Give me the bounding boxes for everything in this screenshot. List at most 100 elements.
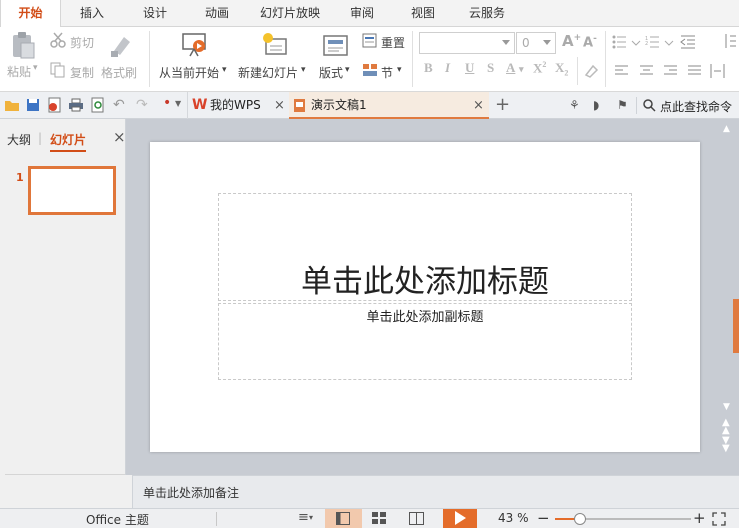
tab-home[interactable]: 开始 [0,0,61,28]
clear-format-icon[interactable] [583,63,599,79]
distribute-icon[interactable] [710,63,726,79]
slide-number: 1 [16,171,24,184]
close-icon[interactable]: × [274,92,285,119]
zoom-slider[interactable] [555,513,691,525]
font-name-combo[interactable] [419,32,515,54]
side-handle[interactable] [733,299,739,353]
font-size-value: 0 [522,36,530,50]
print-preview-icon[interactable] [90,97,106,113]
title-placeholder-text: 单击此处添加标题 [301,264,549,300]
tab-slides[interactable]: 幻灯片 [50,131,87,152]
justify-icon[interactable] [688,65,702,77]
notes-toggle-dropdown-icon[interactable]: ▾ [309,513,313,522]
title-placeholder[interactable]: 单击此处添加标题 [218,193,632,301]
tab-slideshow[interactable]: 幻灯片放映 [252,0,328,27]
notes-placeholder: 单击此处添加备注 [143,486,240,500]
zoom-out-icon[interactable]: − [537,509,550,527]
grow-font-icon[interactable]: A+ [562,32,581,50]
next-slide-icon[interactable]: ▼ ▼ [722,436,730,454]
subtitle-placeholder[interactable]: 单击此处添加副标题 [218,303,632,380]
paste-icon [13,32,35,59]
tab-review[interactable]: 审阅 [338,0,386,27]
new-slide-dropdown-icon[interactable]: ▾ [301,65,306,75]
tab-design[interactable]: 设计 [131,0,179,27]
customize-qat-icon[interactable]: • [163,95,171,111]
zoom-slider-thumb[interactable] [574,513,586,525]
quick-access-toolbar: ↶ ↷ • ▼ W 我的WPS × 演示文稿1 × + ⚘ ◗ ⚑ 点此查找命令 [0,92,739,119]
print-icon[interactable] [68,98,84,112]
doc-tab-presentation[interactable]: 演示文稿1 × [289,92,489,119]
shadow-icon[interactable]: S [487,60,494,76]
reading-view-icon[interactable] [409,512,424,525]
font-size-combo[interactable]: 0 [516,32,556,54]
theme-name: Office 主题 [86,513,149,527]
bold-icon[interactable]: B [424,60,433,76]
tab-outline[interactable]: 大纲 [7,131,31,148]
subscript-icon[interactable]: X2 [555,60,568,78]
open-folder-icon[interactable] [4,98,20,112]
layout-button[interactable]: 版式 [319,64,343,81]
qat-dropdown-icon[interactable]: ▼ [175,99,181,108]
tab-view[interactable]: 视图 [399,0,447,27]
underline-icon[interactable]: U [465,60,474,76]
new-slide-button[interactable]: 新建幻灯片 [238,64,298,81]
slide[interactable]: 单击此处添加标题 单击此处添加副标题 [150,142,700,452]
normal-view-button[interactable] [325,509,362,528]
help-icon[interactable]: ◗ [593,98,599,112]
svg-text:2: 2 [645,41,648,47]
reset-button[interactable]: 重置 [381,34,405,51]
shrink-font-icon[interactable]: A- [583,34,597,50]
previous-slide-icon[interactable]: ▲ ▲ [722,418,730,436]
layout-dropdown-icon[interactable]: ▾ [345,65,350,75]
search-command-button[interactable]: 点此查找命令 [660,98,732,115]
play-slideshow-button[interactable] [443,509,477,528]
decrease-indent-icon[interactable] [680,35,696,49]
fit-window-icon[interactable] [712,512,726,526]
subtitle-placeholder-text: 单击此处添加副标题 [366,310,484,325]
align-right-icon[interactable] [664,65,678,77]
zoom-in-icon[interactable]: + [693,509,706,527]
chevron-down-icon [543,40,551,45]
slide-sorter-icon[interactable] [372,512,386,525]
save-icon[interactable] [26,98,40,112]
font-color-icon[interactable]: A [506,60,515,76]
section-dropdown-icon[interactable]: ▾ [397,65,402,75]
undo-icon[interactable]: ↶ [113,97,125,113]
section-button[interactable]: 节 [381,64,393,81]
superscript-icon[interactable]: X2 [533,60,546,76]
notes-pane[interactable]: 单击此处添加备注 [133,475,739,508]
new-tab-icon[interactable]: + [495,94,510,115]
notes-left-spacer [0,475,133,508]
slide-thumbnail[interactable] [28,166,116,215]
close-icon[interactable]: × [473,92,484,119]
from-current-dropdown-icon[interactable]: ▾ [222,65,227,75]
format-painter-button[interactable]: 格式刷 [101,64,137,81]
status-bar: Office 主题 ≡ ▾ 43 % − + [0,508,739,528]
italic-icon[interactable]: I [445,60,450,76]
line-spacing-icon[interactable] [723,33,737,49]
tab-cloud-service[interactable]: 云服务 [460,0,514,27]
align-center-icon[interactable] [640,65,654,77]
scroll-down-icon[interactable]: ▼ [723,402,730,412]
close-icon[interactable]: × [113,128,126,146]
numbered-list-icon[interactable]: 1 2 [645,35,675,49]
skin-icon[interactable]: ⚘ [569,98,580,112]
export-pdf-icon[interactable] [47,97,63,113]
copy-button[interactable]: 复制 [70,64,94,81]
bullet-list-icon[interactable] [612,35,642,49]
doc-tab-my-wps[interactable]: W 我的WPS × [187,92,288,119]
notes-toggle-icon[interactable]: ≡ [298,510,309,525]
align-left-icon[interactable] [615,65,629,77]
reset-icon [362,33,377,48]
from-current-button[interactable]: 从当前开始 [159,64,219,81]
vertical-scrollbar[interactable]: ▲ ▼ ▲ ▲ ▼ ▼ [717,119,739,475]
paste-dropdown-icon[interactable]: ▾ [33,63,38,73]
tab-insert[interactable]: 插入 [68,0,116,27]
tab-animation[interactable]: 动画 [193,0,241,27]
feedback-icon[interactable]: ⚑ [617,98,628,112]
scroll-up-icon[interactable]: ▲ [723,124,730,134]
font-color-dropdown-icon[interactable]: ▾ [519,64,524,75]
zoom-level: 43 % [498,511,529,525]
redo-icon[interactable]: ↷ [136,97,148,113]
cut-button[interactable]: 剪切 [70,34,94,51]
